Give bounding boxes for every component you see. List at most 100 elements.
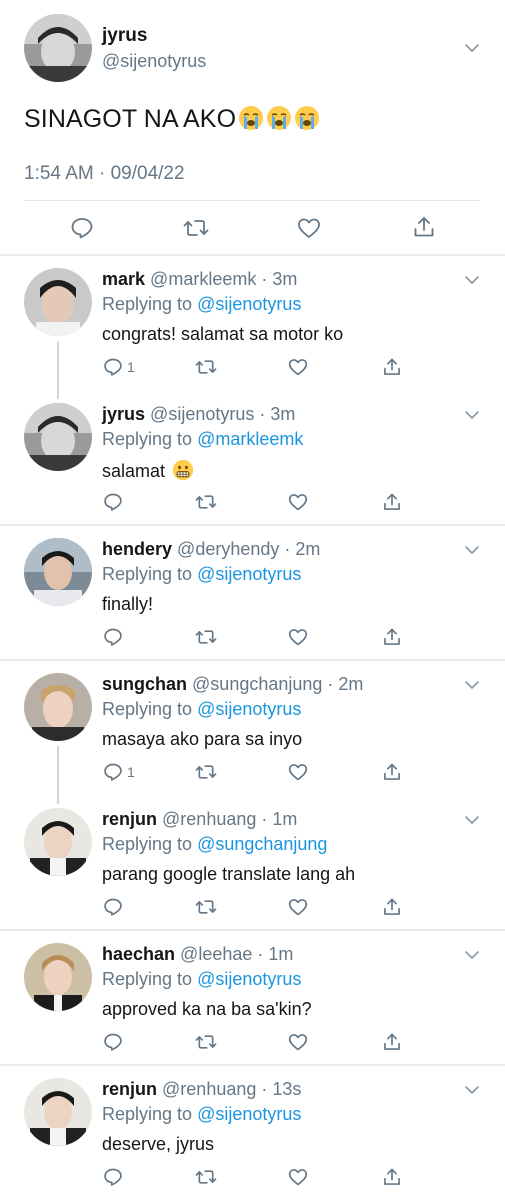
reply-button[interactable] bbox=[103, 1167, 127, 1187]
mention-link[interactable]: @sijenotyrus bbox=[197, 564, 301, 584]
share-button[interactable] bbox=[382, 492, 402, 512]
reply-tweet[interactable]: sungchan @sungchanjung · 2m Replying to @… bbox=[0, 662, 505, 792]
share-button[interactable] bbox=[412, 215, 436, 239]
share-button[interactable] bbox=[382, 1167, 402, 1187]
author-name[interactable]: jyrus bbox=[102, 404, 145, 424]
like-button[interactable] bbox=[288, 627, 308, 647]
retweet-button[interactable] bbox=[183, 216, 209, 240]
like-button[interactable] bbox=[288, 762, 308, 782]
reply-time[interactable]: 2m bbox=[295, 539, 320, 559]
tweet-timestamp[interactable]: 1:54 AM · 09/04/22 bbox=[24, 163, 185, 185]
avatar[interactable] bbox=[24, 403, 92, 471]
reply-actions: 1 bbox=[0, 762, 505, 786]
author-handle[interactable]: @sijenotyrus bbox=[150, 404, 254, 424]
retweet-button[interactable] bbox=[194, 627, 218, 647]
dot-separator: · bbox=[322, 674, 339, 694]
reply-actions bbox=[0, 1167, 505, 1191]
reply-time[interactable]: 3m bbox=[272, 269, 297, 289]
reply-button[interactable] bbox=[70, 216, 94, 240]
reply-button[interactable] bbox=[103, 492, 127, 512]
avatar[interactable] bbox=[24, 14, 92, 82]
mention-link[interactable]: @markleemk bbox=[197, 429, 303, 449]
mention-link[interactable]: @sijenotyrus bbox=[197, 1104, 301, 1124]
like-button[interactable] bbox=[297, 216, 321, 240]
reply-tweet[interactable]: renjun @renhuang · 13s Replying to @sijen… bbox=[0, 1067, 505, 1197]
author-handle[interactable]: @leehae bbox=[180, 944, 252, 964]
retweet-button[interactable] bbox=[194, 492, 218, 512]
mention-link[interactable]: @sijenotyrus bbox=[197, 699, 301, 719]
avatar[interactable] bbox=[24, 538, 92, 606]
avatar[interactable] bbox=[24, 943, 92, 1011]
reply-tweet[interactable]: hendery @deryhendy · 2m Replying to @sije… bbox=[0, 527, 505, 657]
retweet-button[interactable] bbox=[194, 357, 218, 377]
grimacing-face-icon bbox=[172, 459, 194, 481]
chevron-down-icon[interactable] bbox=[464, 544, 480, 556]
author-name[interactable]: jyrus bbox=[102, 25, 147, 47]
share-button[interactable] bbox=[382, 762, 402, 782]
reply-time[interactable]: 1m bbox=[268, 944, 293, 964]
retweet-button[interactable] bbox=[194, 1032, 218, 1052]
author-handle[interactable]: @sungchanjung bbox=[192, 674, 322, 694]
reply-button[interactable] bbox=[103, 897, 127, 917]
like-button[interactable] bbox=[288, 1032, 308, 1052]
chevron-down-icon[interactable] bbox=[464, 42, 480, 54]
reply-time[interactable]: 3m bbox=[270, 404, 295, 424]
like-button[interactable] bbox=[288, 357, 308, 377]
chevron-down-icon[interactable] bbox=[464, 1084, 480, 1096]
author-name[interactable]: renjun bbox=[102, 1079, 157, 1099]
retweet-button[interactable] bbox=[194, 1167, 218, 1187]
reply-tweet[interactable]: renjun @renhuang · 1m Replying to @sungch… bbox=[0, 797, 505, 927]
reply-tweet[interactable]: mark @markleemk · 3m Replying to @sijenot… bbox=[0, 257, 505, 387]
author-handle[interactable]: @deryhendy bbox=[177, 539, 279, 559]
avatar[interactable] bbox=[24, 268, 92, 336]
dot-separator: · bbox=[256, 809, 273, 829]
reply-tweet[interactable]: haechan @leehae · 1m Replying to @sijenot… bbox=[0, 932, 505, 1062]
reply-tweet[interactable]: jyrus @sijenotyrus · 3m Replying to @mark… bbox=[0, 392, 505, 522]
reply-button[interactable]: 1 bbox=[103, 357, 135, 377]
like-button[interactable] bbox=[288, 1167, 308, 1187]
reply-time[interactable]: 1m bbox=[272, 809, 297, 829]
chevron-down-icon[interactable] bbox=[464, 949, 480, 961]
mention-link[interactable]: @sungchanjung bbox=[197, 834, 327, 854]
author-name[interactable]: renjun bbox=[102, 809, 157, 829]
reply-time[interactable]: 2m bbox=[338, 674, 363, 694]
reply-count: 1 bbox=[127, 359, 135, 375]
reply-icon bbox=[103, 492, 123, 512]
retweet-button[interactable] bbox=[194, 897, 218, 917]
avatar[interactable] bbox=[24, 1078, 92, 1146]
share-button[interactable] bbox=[382, 627, 402, 647]
chevron-down-icon[interactable] bbox=[464, 409, 480, 421]
replying-to: Replying to @sijenotyrus bbox=[102, 564, 301, 585]
chevron-down-icon[interactable] bbox=[464, 814, 480, 826]
reply-button[interactable]: 1 bbox=[103, 762, 135, 782]
author-name[interactable]: hendery bbox=[102, 539, 172, 559]
avatar[interactable] bbox=[24, 808, 92, 876]
share-button[interactable] bbox=[382, 897, 402, 917]
author-handle[interactable]: @markleemk bbox=[150, 269, 256, 289]
chevron-down-icon[interactable] bbox=[464, 274, 480, 286]
retweet-icon bbox=[194, 762, 218, 782]
author-name[interactable]: mark bbox=[102, 269, 145, 289]
author-handle[interactable]: @renhuang bbox=[162, 809, 256, 829]
like-button[interactable] bbox=[288, 492, 308, 512]
author-name[interactable]: sungchan bbox=[102, 674, 187, 694]
reply-actions bbox=[0, 897, 505, 921]
chevron-down-icon[interactable] bbox=[464, 679, 480, 691]
like-button[interactable] bbox=[288, 897, 308, 917]
dot-separator: · bbox=[254, 404, 271, 424]
author-handle[interactable]: @renhuang bbox=[162, 1079, 256, 1099]
retweet-button[interactable] bbox=[194, 762, 218, 782]
share-button[interactable] bbox=[382, 357, 402, 377]
avatar[interactable] bbox=[24, 673, 92, 741]
author-handle[interactable]: @sijenotyrus bbox=[102, 51, 206, 72]
reply-button[interactable] bbox=[103, 1032, 127, 1052]
reply-time[interactable]: 13s bbox=[272, 1079, 301, 1099]
replying-to-label: Replying to bbox=[102, 294, 193, 314]
author-name[interactable]: haechan bbox=[102, 944, 175, 964]
mention-link[interactable]: @sijenotyrus bbox=[197, 969, 301, 989]
reply-button[interactable] bbox=[103, 627, 127, 647]
thread-connector bbox=[57, 746, 59, 804]
mention-link[interactable]: @sijenotyrus bbox=[197, 294, 301, 314]
reply-header: jyrus @sijenotyrus · 3m bbox=[102, 404, 295, 425]
share-button[interactable] bbox=[382, 1032, 402, 1052]
